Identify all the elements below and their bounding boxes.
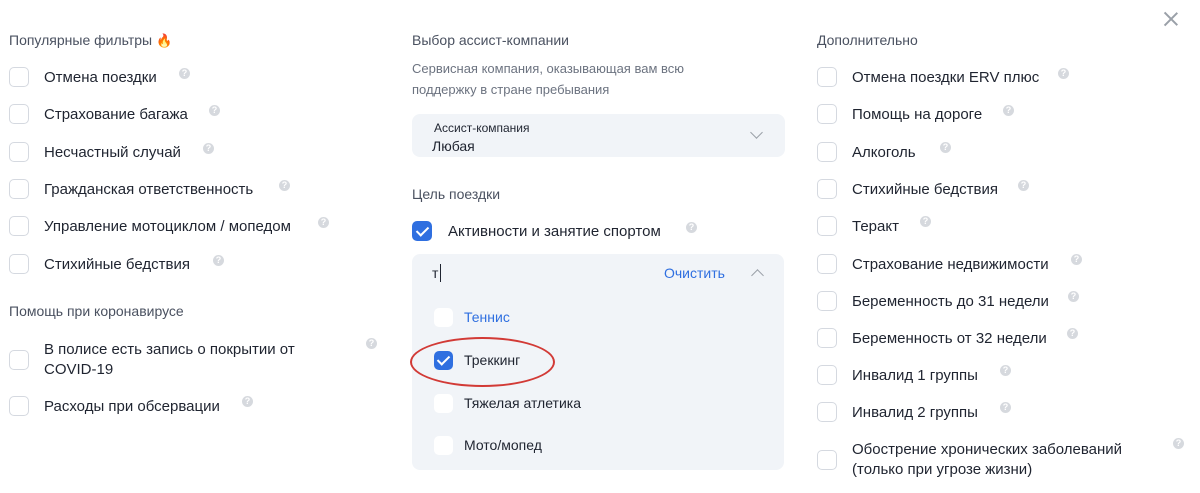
filter-baggage[interactable]: Страхование багажа	[9, 102, 188, 126]
checkbox[interactable]	[817, 179, 837, 199]
checkbox[interactable]	[817, 67, 837, 87]
question-mark-icon[interactable]: ?	[1000, 365, 1011, 376]
question-mark-icon[interactable]: ?	[1018, 180, 1029, 191]
assist-description: Сервисная компания, оказывающая вам всю …	[412, 61, 685, 97]
extra-item[interactable]: Беременность от 32 недели	[817, 326, 1047, 350]
question-mark-icon[interactable]: ?	[1173, 438, 1184, 449]
filter-natural-disasters[interactable]: Стихийные бедствия	[9, 252, 190, 276]
option-moto[interactable]: Мото/мопед	[434, 433, 542, 457]
checkbox[interactable]	[817, 104, 837, 124]
checkbox[interactable]	[434, 307, 453, 327]
question-mark-icon[interactable]: ?	[366, 338, 377, 349]
extra-item[interactable]: Страхование недвижимости	[817, 252, 1049, 276]
extra-item[interactable]: Стихийные бедствия	[817, 177, 998, 201]
extra-item[interactable]: Инвалид 2 группы	[817, 400, 978, 424]
purpose-sports-activities[interactable]: Активности и занятие спортом	[412, 219, 661, 243]
checkbox[interactable]	[817, 365, 837, 385]
question-mark-icon[interactable]: ?	[1003, 105, 1014, 116]
question-mark-icon[interactable]: ?	[213, 255, 224, 266]
question-mark-icon[interactable]: ?	[242, 396, 253, 407]
checkbox[interactable]	[817, 291, 837, 311]
checkbox[interactable]	[9, 67, 29, 87]
checkbox[interactable]	[434, 393, 453, 413]
chevron-down-icon	[750, 126, 763, 139]
filter-observation[interactable]: Расходы при обсервации	[9, 394, 220, 418]
checkbox-checked[interactable]	[412, 221, 432, 241]
checkbox-checked[interactable]	[434, 350, 453, 370]
question-mark-icon[interactable]: ?	[920, 216, 931, 227]
checkbox[interactable]	[817, 328, 837, 348]
covid-title: Помощь при коронавирусе	[9, 303, 184, 319]
question-mark-icon[interactable]: ?	[1000, 402, 1011, 413]
filter-liability[interactable]: Гражданская ответственность	[9, 177, 253, 201]
checkbox[interactable]	[817, 216, 837, 236]
activities-dropdown: т Очистить Теннис Треккинг Тяжелая атлет…	[410, 254, 784, 470]
filter-trip-cancellation[interactable]: Отмена поездки	[9, 65, 157, 89]
filter-motorcycle[interactable]: Управление мотоциклом / мопедом	[9, 214, 291, 238]
fire-icon: 🔥	[156, 33, 173, 48]
extra-item[interactable]: Инвалид 1 группы	[817, 363, 978, 387]
checkbox[interactable]	[9, 142, 29, 162]
clear-button[interactable]: Очистить	[664, 265, 725, 281]
checkbox[interactable]	[9, 216, 29, 236]
question-mark-icon[interactable]: ?	[1067, 328, 1078, 339]
question-mark-icon[interactable]: ?	[318, 217, 329, 228]
question-mark-icon[interactable]: ?	[940, 142, 951, 153]
extra-item[interactable]: Помощь на дороге	[817, 102, 982, 126]
activities-search-input[interactable]: т Очистить	[412, 254, 784, 292]
question-mark-icon[interactable]: ?	[209, 105, 220, 116]
question-mark-icon[interactable]: ?	[1068, 291, 1079, 302]
question-mark-icon[interactable]: ?	[1058, 68, 1069, 79]
option-trekking[interactable]: Треккинг	[434, 348, 520, 372]
checkbox[interactable]	[434, 435, 453, 455]
assist-company-value: Любая	[432, 138, 475, 154]
extra-item[interactable]: Теракт	[817, 214, 899, 238]
question-mark-icon[interactable]: ?	[203, 143, 214, 154]
checkbox[interactable]	[817, 142, 837, 162]
checkbox[interactable]	[9, 254, 29, 274]
question-mark-icon[interactable]: ?	[686, 222, 697, 233]
question-mark-icon[interactable]: ?	[1071, 254, 1082, 265]
checkbox[interactable]	[817, 254, 837, 274]
purpose-title: Цель поездки	[412, 186, 501, 202]
extra-item[interactable]: Отмена поездки ERV плюс	[817, 65, 1039, 89]
checkbox[interactable]	[9, 350, 29, 370]
question-mark-icon[interactable]: ?	[179, 68, 190, 79]
checkbox[interactable]	[817, 402, 837, 422]
assist-company-label: Ассист-компания	[434, 121, 530, 135]
assist-title: Выбор ассист-компании	[412, 32, 569, 48]
checkbox[interactable]	[817, 450, 837, 470]
close-icon[interactable]	[1162, 10, 1180, 28]
chevron-up-icon[interactable]	[751, 269, 764, 282]
checkbox[interactable]	[9, 396, 29, 416]
extra-title: Дополнительно	[817, 32, 918, 48]
filter-accident[interactable]: Несчастный случай	[9, 140, 181, 164]
checkbox[interactable]	[9, 104, 29, 124]
filter-covid[interactable]: В полисе есть запись о покрытии от COVID…	[9, 341, 295, 379]
checkbox[interactable]	[9, 179, 29, 199]
option-tennis[interactable]: Теннис	[434, 305, 510, 329]
popular-filters-title: Популярные фильтры 🔥	[9, 32, 173, 48]
extra-item-chronic[interactable]: Обострение хронических заболеваний (толь…	[817, 440, 1122, 480]
extra-item[interactable]: Беременность до 31 недели	[817, 289, 1049, 313]
assist-company-select[interactable]: Ассист-компания Любая	[412, 114, 785, 157]
question-mark-icon[interactable]: ?	[279, 180, 290, 191]
text-caret	[440, 264, 441, 282]
option-weightlifting[interactable]: Тяжелая атлетика	[434, 391, 581, 415]
extra-item[interactable]: Алкоголь	[817, 140, 916, 164]
